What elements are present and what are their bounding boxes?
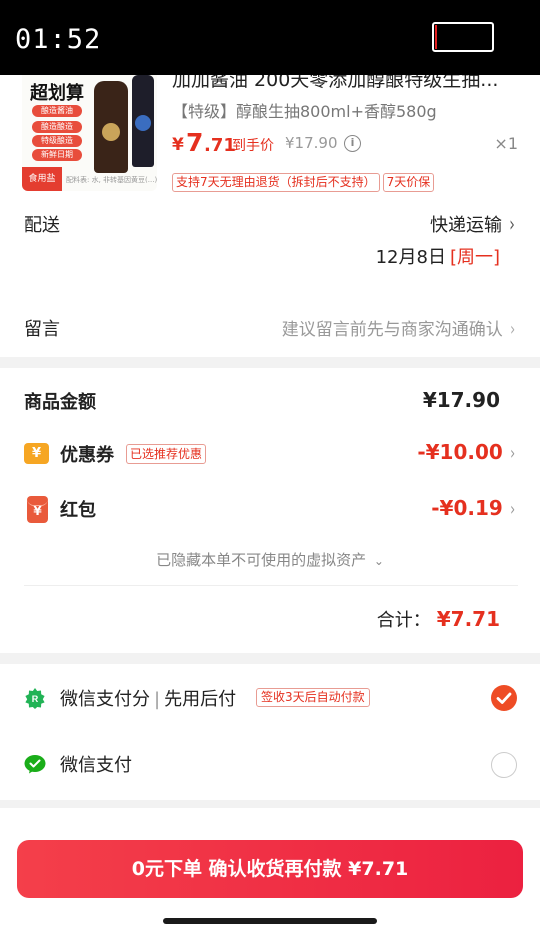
- soy-bottle-large-icon: [94, 81, 128, 173]
- shipping-label: 配送: [24, 215, 60, 236]
- total-value: ¥7.71: [436, 607, 500, 631]
- pay-option1-name: 微信支付分: [60, 689, 150, 710]
- chevron-right-icon: ›: [509, 499, 515, 520]
- product-image-salt: 食用盐: [22, 167, 62, 191]
- auto-pay-tag: 签收3天后自动付款: [256, 688, 370, 707]
- pay-option1-sub: 先用后付: [164, 689, 237, 710]
- place-order-button[interactable]: 0元下单 确认收货再付款 ¥7.71: [17, 840, 523, 898]
- info-icon[interactable]: i: [344, 135, 361, 152]
- red-packet-label: 红包: [60, 500, 96, 521]
- product-image-chip: 酿造酱油: [32, 105, 82, 117]
- order-item-card: 超划算 酿造酱油 酿造酿造 特级酿造 新鲜日期 食用盐 配料表: 水, 非转基因…: [0, 69, 540, 357]
- final-price-label: 到手价: [232, 138, 274, 154]
- original-price: ¥17.90: [285, 134, 338, 152]
- chevron-right-icon: ›: [509, 212, 515, 236]
- amount-card: 商品金额 ¥17.90 ¥ 优惠券 已选推荐优惠 -¥10.00 › ¥ 红包 -…: [0, 368, 540, 653]
- product-image[interactable]: 超划算 酿造酱油 酿造酿造 特级酿造 新鲜日期 食用盐 配料表: 水, 非转基因…: [22, 75, 157, 191]
- red-packet-icon: ¥: [27, 496, 48, 523]
- price-integer: 7: [186, 128, 204, 157]
- service-tag: 支持7天无理由退货（拆封后不支持）: [172, 173, 380, 192]
- coupon-row-value[interactable]: -¥10.00 ›: [417, 440, 516, 464]
- bottom-bar: 0元下单 确认收货再付款 ¥7.71: [0, 808, 540, 932]
- chevron-right-icon: ›: [509, 443, 515, 464]
- coupon-icon: ¥: [24, 443, 49, 464]
- product-image-chip: 酿造酿造: [32, 121, 82, 133]
- price-symbol: ¥: [172, 135, 184, 155]
- payment-card: R 微信支付分 | 先用后付 签收3天后自动付款 微信支付: [0, 664, 540, 800]
- hidden-assets-toggle[interactable]: 已隐藏本单不可使用的虚拟资产 ⌄: [0, 549, 540, 570]
- note-placeholder: 建议留言前先与商家沟通确认: [281, 320, 503, 340]
- status-bar: 01:52: [0, 0, 540, 75]
- status-time: 01:52: [15, 24, 102, 55]
- note-label: 留言: [24, 319, 60, 340]
- product-image-ingredients: 配料表: 水, 非转基因黄豆(...) 食用盐: [66, 176, 157, 184]
- svg-text:R: R: [32, 694, 39, 704]
- shipping-method-text: 快递运输: [430, 215, 502, 236]
- wechat-pay-radio[interactable]: [491, 752, 517, 778]
- divider: [24, 585, 518, 586]
- price-row: ¥ 7 .71 到手价 ¥17.90 i ×1: [172, 128, 520, 159]
- shipping-method[interactable]: 快递运输 ›: [430, 211, 516, 237]
- product-spec[interactable]: 【特级】醇酿生抽800ml+香醇580g: [172, 98, 437, 122]
- wechat-pay-score-icon: R: [25, 688, 45, 709]
- service-tag: 7天价保: [382, 173, 435, 192]
- delivery-weekday: [周一]: [449, 247, 500, 268]
- quantity: ×1: [494, 134, 518, 153]
- red-packet-value: -¥0.19: [431, 496, 503, 520]
- red-packet-row-value[interactable]: -¥0.19 ›: [431, 496, 516, 520]
- note-input[interactable]: 建议留言前先与商家沟通确认 ›: [282, 315, 516, 340]
- coupon-label: 优惠券: [60, 445, 114, 466]
- product-image-chip: 特级酿造: [32, 135, 82, 147]
- chevron-down-icon: ⌄: [373, 554, 384, 568]
- goods-amount-label: 商品金额: [24, 392, 96, 413]
- pay-later-option[interactable]: 微信支付分 | 先用后付: [60, 685, 236, 711]
- order-total: 合计： ¥7.71: [377, 606, 500, 632]
- goods-amount-value: ¥17.90: [422, 388, 500, 412]
- delivery-date-text: 12月8日: [375, 247, 446, 268]
- delivery-date: 12月8日 [周一]: [376, 243, 500, 269]
- soy-bottle-small-icon: [132, 75, 154, 167]
- checkmark-icon: [496, 692, 512, 704]
- battery-icon: [432, 22, 494, 52]
- pay-later-radio[interactable]: [491, 685, 517, 711]
- product-image-chip: 新鲜日期: [32, 149, 82, 161]
- total-label: 合计：: [376, 610, 431, 631]
- wechat-pay-option[interactable]: 微信支付: [60, 751, 132, 777]
- service-tags: 支持7天无理由退货（拆封后不支持） 7天价保: [172, 173, 437, 192]
- chevron-right-icon: ›: [509, 319, 515, 340]
- coupon-tag: 已选推荐优惠: [126, 444, 207, 464]
- wechat-pay-icon: [24, 755, 46, 774]
- home-indicator[interactable]: [163, 918, 377, 924]
- coupon-value: -¥10.00: [417, 440, 503, 464]
- product-image-badge: 超划算: [30, 83, 84, 104]
- hidden-assets-text: 已隐藏本单不可使用的虚拟资产: [156, 551, 367, 569]
